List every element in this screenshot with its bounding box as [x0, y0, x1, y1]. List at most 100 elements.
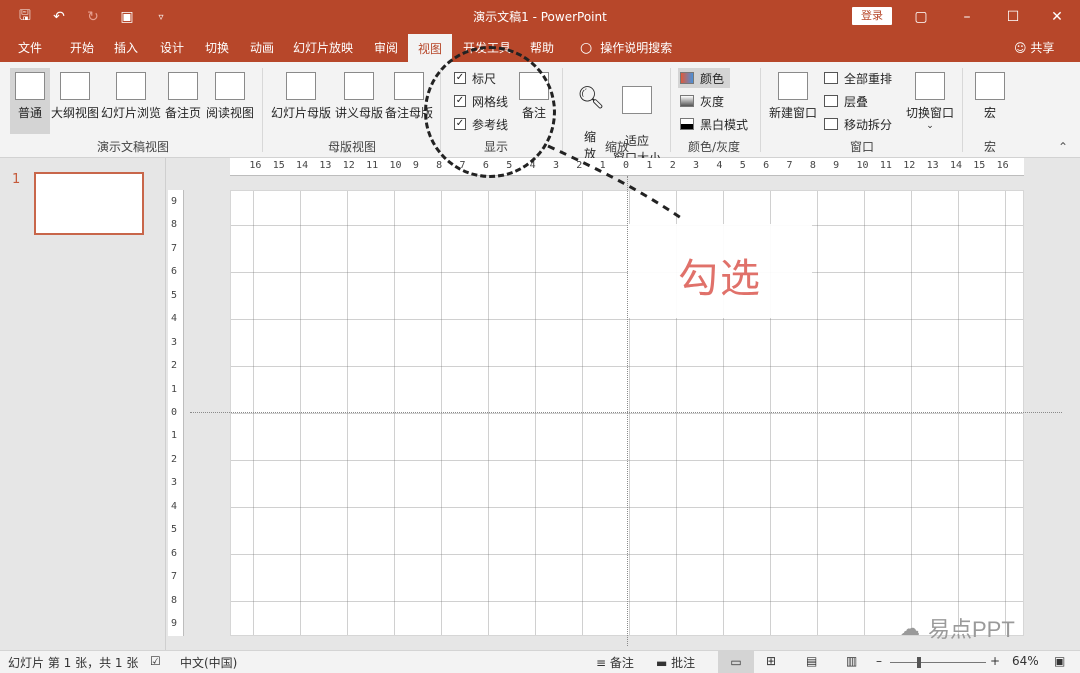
switch-window-label: 切换窗口	[905, 106, 954, 120]
slideshow-status-icon[interactable]: ▥	[846, 654, 857, 668]
tab-review[interactable]: 审阅	[364, 34, 408, 62]
tab-insert[interactable]: 插入	[104, 34, 148, 62]
outline-view-label: 大纲视图	[50, 106, 99, 120]
ruler-tick-label: 8	[171, 219, 178, 231]
arrange-all-button[interactable]: 全部重排	[824, 68, 892, 88]
ruler-tick-label: 5	[739, 160, 746, 171]
cascade-icon	[824, 95, 838, 107]
outline-view-icon	[60, 72, 90, 100]
tab-animations[interactable]: 动画	[240, 34, 284, 62]
grayscale-swatch-icon	[680, 95, 694, 107]
close-icon[interactable]: ✕	[1034, 0, 1080, 34]
new-window-button[interactable]: 新建窗口	[766, 68, 820, 121]
zoom-slider-thumb[interactable]	[917, 657, 921, 668]
normal-view-button[interactable]: 普通	[10, 68, 50, 134]
arrange-all-label: 全部重排	[844, 71, 893, 86]
ruler-tick-label: 3	[552, 160, 559, 171]
group-separator	[262, 68, 263, 152]
person-icon: ☺	[1014, 41, 1031, 55]
slide-sorter-status-icon[interactable]: ⊞	[766, 654, 776, 668]
switch-window-button[interactable]: 切换窗口 ⌄	[902, 68, 958, 131]
zoom-slider[interactable]	[890, 662, 986, 663]
tab-view[interactable]: 视图	[408, 34, 452, 62]
tell-me-search[interactable]: ○ 操作说明搜索	[580, 34, 672, 62]
handout-master-button[interactable]: 讲义母版	[334, 68, 384, 121]
arrange-all-icon	[824, 72, 838, 84]
comments-toggle[interactable]: ▬ 批注	[656, 654, 695, 671]
spellcheck-icon[interactable]: ☑	[150, 654, 161, 668]
ruler-tick-label: 15	[973, 160, 986, 171]
language[interactable]: 中文(中国)	[180, 654, 237, 671]
ruler-tick-label: 3	[171, 477, 178, 489]
notes-page-button[interactable]: 备注页	[162, 68, 204, 121]
grayscale-label: 灰度	[700, 94, 725, 109]
normal-view-icon	[15, 72, 45, 100]
normal-view-label: 普通	[17, 106, 42, 120]
ruler-tick-label: 0	[623, 160, 630, 171]
notes-page-label: 备注页	[164, 106, 201, 120]
notes-toggle[interactable]: ≡ 备注	[596, 654, 634, 671]
black-white-label: 黑白模式	[700, 117, 749, 132]
slide-sorter-button[interactable]: 幻灯片浏览	[100, 68, 162, 121]
switch-window-icon	[915, 72, 945, 100]
zoom-in-icon[interactable]: +	[990, 654, 1000, 668]
ruler-tick-label: 11	[366, 160, 379, 171]
ruler-tick-label: 5	[171, 289, 178, 301]
horizontal-guide[interactable]	[190, 412, 1062, 413]
black-white-button[interactable]: 黑白模式	[680, 114, 748, 134]
slide-master-button[interactable]: 幻灯片母版	[270, 68, 332, 121]
ruler-tick-label: 4	[171, 500, 178, 512]
ruler-tick-label: 14	[949, 160, 962, 171]
normal-view-status-icon[interactable]: ▭	[718, 651, 754, 673]
outline-view-button[interactable]: 大纲视图	[50, 68, 100, 121]
ruler-tick-label: 6	[171, 266, 178, 278]
cascade-label: 层叠	[844, 94, 869, 109]
reading-view-status-icon[interactable]: ▤	[806, 654, 817, 668]
ruler-tick-label: 7	[786, 160, 793, 171]
ruler-tick-label: 14	[296, 160, 309, 171]
group-separator	[962, 68, 963, 152]
ribbon-options-icon[interactable]: ▢	[898, 0, 944, 34]
tab-slideshow[interactable]: 幻灯片放映	[288, 34, 358, 62]
group-label-color: 颜色/灰度	[687, 140, 741, 154]
tab-design[interactable]: 设计	[150, 34, 194, 62]
ruler-tick-label: 1	[599, 160, 606, 171]
tab-transitions[interactable]: 切换	[195, 34, 239, 62]
horizontal-ruler: 16 15 14 13 12 11 10 9 8 7 6 5 4 3 2 1 0 1 2 3 4 5 6 7 8 9 10 11 12 1…	[230, 158, 1024, 176]
chevron-down-icon: ⌄	[926, 121, 934, 131]
ruler-tick-label: 8	[436, 160, 443, 171]
tab-home[interactable]: 开始	[60, 34, 104, 62]
maximize-icon[interactable]: ☐	[990, 0, 1036, 34]
status-bar: 幻灯片 第 1 张，共 1 张 ☑ 中文(中国) ≡ 备注 ▬ 批注 ▭ ⊞ ▤…	[0, 650, 1080, 673]
macros-button[interactable]: 宏	[970, 68, 1010, 121]
color-button[interactable]: 颜色	[678, 68, 731, 88]
group-label-zoom: 缩放	[604, 140, 629, 154]
collapse-ribbon-icon[interactable]: ⌃	[1058, 140, 1068, 154]
share-button[interactable]: ☺ 共享	[1014, 34, 1054, 62]
cascade-button[interactable]: 层叠	[824, 91, 868, 111]
handout-master-label: 讲义母版	[334, 106, 383, 120]
slide-thumbnail[interactable]	[34, 172, 144, 235]
slide-master-icon	[286, 72, 316, 100]
login-button[interactable]: 登录	[852, 7, 892, 25]
title-bar: 🖫 ↶ ↻ ▣ ▿ 演示文稿1 - PowerPoint 登录 ▢ – ☐ ✕	[0, 0, 1080, 34]
ruler-tick-label: 13	[319, 160, 332, 171]
lightbulb-icon: ○	[580, 40, 593, 56]
move-split-button[interactable]: 移动拆分	[824, 114, 892, 134]
minimize-icon[interactable]: –	[944, 0, 990, 34]
move-split-label: 移动拆分	[844, 117, 893, 132]
group-separator	[760, 68, 761, 152]
ruler-tick-label: 10	[389, 160, 402, 171]
notes-toggle-icon: ≡	[596, 656, 610, 670]
zoom-level[interactable]: 64%	[1012, 654, 1039, 668]
fit-window-icon	[622, 86, 652, 114]
fit-slide-icon[interactable]: ▣	[1054, 654, 1065, 668]
watermark-text: 易点PPT	[928, 617, 1015, 642]
reading-view-button[interactable]: 阅读视图	[204, 68, 256, 121]
zoom-out-icon[interactable]: –	[876, 654, 882, 668]
tab-file[interactable]: 文件	[8, 34, 52, 62]
reading-view-label: 阅读视图	[205, 106, 254, 120]
grayscale-button[interactable]: 灰度	[680, 91, 724, 111]
wechat-icon: ☁	[900, 617, 920, 640]
handout-master-icon	[344, 72, 374, 100]
